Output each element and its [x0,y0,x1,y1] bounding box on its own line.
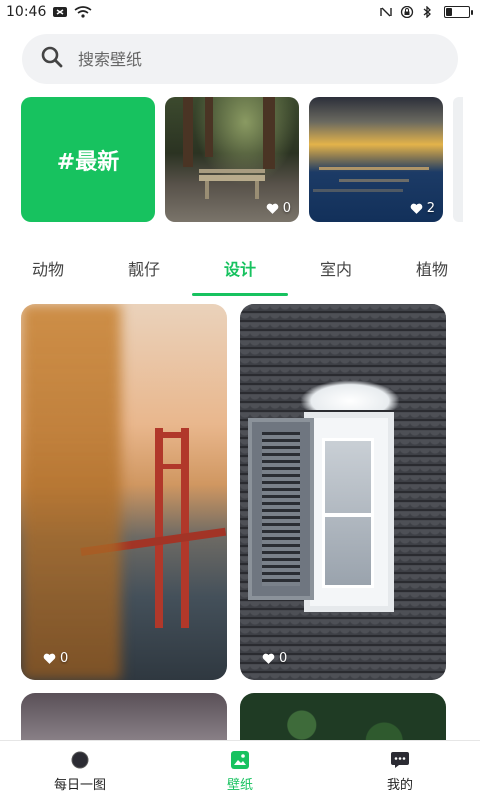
wifi-icon [74,6,92,18]
like-count: 2 [410,201,435,216]
status-bar: 10:46 [0,0,480,24]
tab-handsome[interactable]: 靓仔 [96,240,192,296]
like-count: 0 [266,201,291,216]
search-icon [40,45,64,73]
lock-icon [400,5,416,19]
like-count: 0 [262,651,287,666]
latest-tag-card[interactable]: #最新 [21,97,155,222]
tab-plants[interactable]: 植物 [384,240,480,296]
category-tabs: 动物 靓仔 设计 室内 植物 [0,240,480,296]
heart-icon [43,653,56,664]
like-count: 0 [43,651,68,666]
active-tab-indicator [192,293,288,296]
nav-wallpaper[interactable]: 壁纸 [160,741,320,800]
heart-icon [262,653,275,664]
nfc-icon [378,6,394,18]
featured-card-lake[interactable]: 2 [309,97,443,222]
battery-level [446,8,452,16]
search-input[interactable] [78,49,418,69]
wallpaper-card-bridge[interactable]: 0 [21,304,227,680]
latest-tag-label: #最新 [56,149,120,175]
nav-daily[interactable]: 每日一图 [0,741,160,800]
chat-icon [391,751,409,768]
status-time: 10:46 [6,4,47,20]
tab-animals[interactable]: 动物 [0,240,96,296]
wallpaper-icon [231,750,249,769]
bluetooth-icon [422,5,438,19]
featured-card-next[interactable] [453,97,463,222]
daily-icon [71,751,89,768]
nav-mine[interactable]: 我的 [320,741,480,800]
tab-design[interactable]: 设计 [192,240,288,296]
heart-icon [266,203,279,214]
heart-icon [410,203,423,214]
featured-row: #最新 0 2 [21,97,480,222]
tab-interior[interactable]: 室内 [288,240,384,296]
bottom-nav: 每日一图 壁纸 我的 [0,740,480,800]
featured-card-bench[interactable]: 0 [165,97,299,222]
notification-icon [52,6,68,18]
battery-icon [444,6,473,18]
wallpaper-card-window[interactable]: 0 [240,304,446,680]
search-bar[interactable] [22,34,458,84]
